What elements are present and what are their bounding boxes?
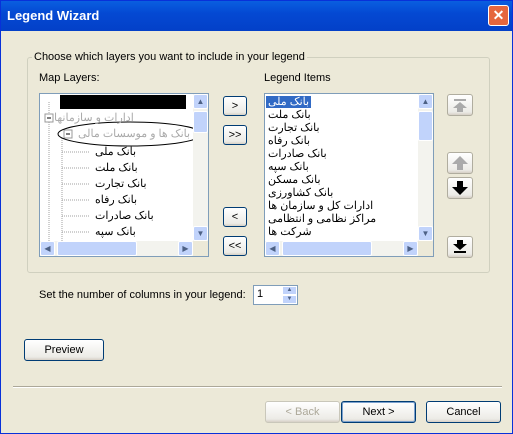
legend-item[interactable]: مراکز نظامی و انتظامی xyxy=(266,213,417,225)
chevron-right-icon: ▶ xyxy=(407,244,414,253)
legend-item[interactable]: بانک سپه xyxy=(266,161,417,173)
legend-item[interactable]: بانک مسکن xyxy=(266,174,417,186)
legend-items-list[interactable]: بانک ملی بانک ملت بانک تجارت بانک رفاه ب… xyxy=(264,93,434,257)
legend-items-label: Legend Items xyxy=(264,72,331,84)
scroll-thumb[interactable] xyxy=(57,241,137,256)
legend-item[interactable]: بانک کشاورزی xyxy=(266,187,417,199)
chevron-left-icon: ◀ xyxy=(269,244,276,253)
preview-button[interactable]: Preview xyxy=(24,339,104,361)
tree-item-bank[interactable]: بانک تجارت xyxy=(95,177,147,190)
tree-item-bank[interactable]: بانک رفاه xyxy=(95,193,137,206)
tree-item-bank[interactable]: بانک ملت xyxy=(95,161,138,174)
scroll-left-button[interactable]: ◀ xyxy=(265,241,280,256)
close-button[interactable]: ✕ xyxy=(488,5,509,26)
map-layers-label: Map Layers: xyxy=(39,72,100,84)
remove-all-layers-button[interactable]: << xyxy=(223,236,247,256)
tree-item-offices[interactable]: ادارات و سازمانها xyxy=(54,111,134,124)
separator xyxy=(13,386,502,388)
back-button[interactable]: < Back xyxy=(265,401,340,423)
scroll-up-button[interactable]: ▲ xyxy=(193,94,208,109)
chevron-up-icon: ▲ xyxy=(196,97,205,106)
columns-value[interactable]: 1 xyxy=(257,288,263,300)
chevron-left-icon: ◀ xyxy=(44,244,51,253)
next-button[interactable]: Next > xyxy=(341,401,416,423)
close-icon: ✕ xyxy=(492,7,505,23)
chevron-right-icon: ▶ xyxy=(182,244,189,253)
scroll-down-button[interactable]: ▼ xyxy=(418,226,433,241)
add-layer-button[interactable]: > xyxy=(223,96,247,116)
tree-item-banks-group[interactable]: بانک ها و موسسات مالی xyxy=(78,127,190,140)
legend-items-vscrollbar[interactable]: ▲ ▼ xyxy=(418,94,433,241)
add-all-layers-button[interactable]: >> xyxy=(223,125,247,145)
arrow-up-icon xyxy=(452,156,468,170)
spin-down-button[interactable]: ▼ xyxy=(282,295,297,304)
scroll-thumb[interactable] xyxy=(418,111,433,141)
scroll-thumb[interactable] xyxy=(193,111,208,133)
chevron-down-icon: ▼ xyxy=(421,229,430,238)
scroll-thumb[interactable] xyxy=(282,241,372,256)
legend-item[interactable]: ادارات کل و سازمان ها xyxy=(266,200,417,212)
legend-wizard-window: Legend Wizard ✕ Choose which layers you … xyxy=(0,0,513,434)
legend-items-hscrollbar[interactable]: ◀ ▶ xyxy=(265,241,418,256)
chevron-up-icon: ▲ xyxy=(286,287,293,293)
scroll-left-button[interactable]: ◀ xyxy=(40,241,55,256)
tree-item-bank[interactable]: بانک ملی xyxy=(95,145,136,158)
remove-layer-button[interactable]: < xyxy=(223,207,247,227)
map-layers-hscrollbar[interactable]: ◀ ▶ xyxy=(40,241,193,256)
tree-item-bank[interactable]: بانک سپه xyxy=(95,225,136,238)
arrow-down-icon xyxy=(452,181,468,195)
scroll-up-button[interactable]: ▲ xyxy=(418,94,433,109)
cancel-button[interactable]: Cancel xyxy=(426,401,501,423)
chevron-up-icon: ▲ xyxy=(421,97,430,106)
map-layers-vscrollbar[interactable]: ▲ ▼ xyxy=(193,94,208,241)
spin-up-button[interactable]: ▲ xyxy=(282,286,297,295)
move-down-button[interactable] xyxy=(447,177,473,199)
move-to-bottom-button[interactable] xyxy=(447,236,473,258)
scroll-corner xyxy=(193,241,208,256)
move-up-button[interactable] xyxy=(447,152,473,174)
tree-item-bank[interactable]: بانک صادرات xyxy=(95,209,154,222)
chevron-down-icon: ▼ xyxy=(286,296,293,302)
scroll-corner xyxy=(418,241,433,256)
move-to-bottom-icon xyxy=(453,240,467,253)
legend-item[interactable]: شرکت ها xyxy=(266,226,417,238)
move-to-top-icon xyxy=(453,99,467,112)
map-layers-tree[interactable]: ادارات و سازمانها بانک ها و موسسات مالی … xyxy=(39,93,209,257)
legend-item[interactable]: بانک تجارت xyxy=(266,122,417,134)
chevron-down-icon: ▼ xyxy=(196,229,205,238)
legend-item[interactable]: بانک صادرات xyxy=(266,148,417,160)
scroll-right-button[interactable]: ▶ xyxy=(178,241,193,256)
legend-item[interactable]: بانک ملی xyxy=(266,96,417,108)
columns-label: Set the number of columns in your legend… xyxy=(39,289,246,301)
legend-item[interactable]: بانک ملت xyxy=(266,109,417,121)
legend-item[interactable]: بانک رفاه xyxy=(266,135,417,147)
move-to-top-button[interactable] xyxy=(447,94,473,116)
title-bar[interactable]: Legend Wizard ✕ xyxy=(1,1,512,31)
tree-item-hidden-layer[interactable] xyxy=(60,95,186,109)
columns-spinner[interactable]: 1 ▲ ▼ xyxy=(253,285,298,305)
scroll-down-button[interactable]: ▼ xyxy=(193,226,208,241)
group-label: Choose which layers you want to include … xyxy=(32,51,307,63)
window-title: Legend Wizard xyxy=(7,8,100,23)
scroll-right-button[interactable]: ▶ xyxy=(403,241,418,256)
